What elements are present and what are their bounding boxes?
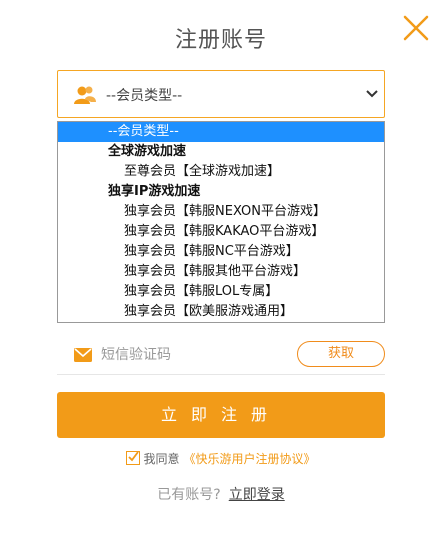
chevron-down-icon [366, 90, 378, 98]
dropdown-option-kr-kakao[interactable]: 独享会员【韩服KAKAO平台游戏】 [58, 222, 384, 242]
login-prompt: 已有账号? [157, 487, 221, 503]
get-code-button[interactable]: 获取 [297, 341, 385, 367]
register-button[interactable]: 立即注册 [57, 392, 385, 438]
page-title: 注册账号 [174, 28, 267, 53]
dropdown-option-kr-lol[interactable]: 独享会员【韩服LOL专属】 [58, 282, 384, 302]
dropdown-group-global: 全球游戏加速 [108, 144, 187, 159]
dropdown-option-kr-nc[interactable]: 独享会员【韩服NC平台游戏】 [58, 242, 384, 262]
dropdown-option-kr-nexon[interactable]: 独享会员【韩服NEXON平台游戏】 [58, 202, 384, 222]
agreement-checkbox[interactable] [126, 451, 141, 465]
member-type-dropdown-list: --会员类型-- 全球游戏加速 至尊会员【全球游戏加速】 独享IP游戏加速 独享… [57, 121, 385, 323]
user-group-icon [74, 86, 96, 104]
member-type-selected-value: --会员类型-- [106, 88, 183, 104]
login-row: 已有账号? 立即登录 [0, 484, 442, 504]
dropdown-option-kr-other[interactable]: 独享会员【韩服其他平台游戏】 [58, 262, 384, 282]
member-type-select[interactable]: --会员类型-- [57, 70, 385, 118]
mail-icon [74, 348, 92, 362]
dropdown-option-placeholder[interactable]: --会员类型-- [58, 122, 384, 142]
agreement-prefix: 我同意 [143, 452, 180, 466]
login-link[interactable]: 立即登录 [229, 487, 285, 503]
sms-code-row: 获取 [57, 336, 385, 375]
sms-code-input[interactable] [101, 344, 281, 366]
dropdown-group-dedicated-ip: 独享IP游戏加速 [108, 184, 201, 199]
agreement-row: 我同意 《快乐游用户注册协议》 [0, 450, 442, 467]
close-button[interactable] [402, 14, 430, 42]
close-icon [403, 15, 429, 41]
dropdown-option-supreme-global[interactable]: 至尊会员【全球游戏加速】 [58, 162, 384, 182]
agreement-link[interactable]: 《快乐游用户注册协议》 [184, 452, 316, 466]
dropdown-option-eu-us[interactable]: 独享会员【欧美服游戏通用】 [58, 302, 384, 322]
checkmark-icon [128, 451, 140, 462]
